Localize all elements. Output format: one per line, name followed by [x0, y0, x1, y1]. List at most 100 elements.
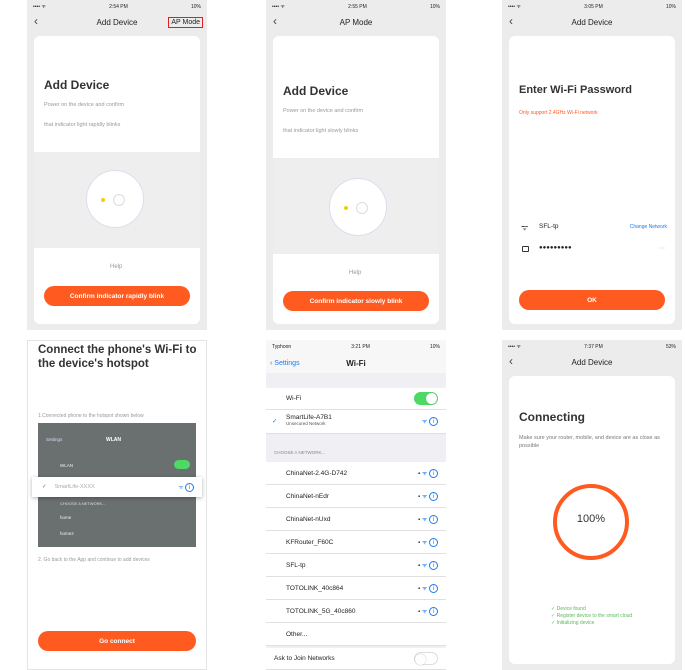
nav-bar: ‹ Add Device: [502, 353, 682, 371]
card-title: Add Device: [283, 84, 349, 98]
connecting-card: Connecting Make sure your router, mobile…: [509, 376, 675, 664]
confirm-button[interactable]: Confirm indicator slowly blink: [283, 291, 429, 311]
status-bar: •••• ᯤ 3:05 PM 10%: [508, 3, 676, 10]
lock-wifi-info-icon[interactable]: ▪ ᯤ i: [418, 514, 438, 524]
choose-network-header: CHOOSE A NETWORK...: [274, 450, 326, 455]
page-title: Add Device: [96, 17, 138, 27]
inner-toggle: [174, 460, 190, 469]
step-one-text: 1.Connected phone to the hotspot shown b…: [38, 413, 144, 419]
network-row[interactable]: SFL-tp ▪ ᯤ i: [266, 554, 446, 577]
inner-settings-label: Settings: [46, 437, 63, 442]
device-illustration: [273, 158, 439, 254]
help-link[interactable]: Help: [110, 264, 122, 270]
network-name: ChinaNet-2.4G-D742: [286, 469, 348, 477]
lock-wifi-info-icon[interactable]: ▪ ᯤ i: [418, 537, 438, 547]
inner-wlan-label: WLAN: [60, 463, 74, 468]
nav-bar: ‹ Add Device: [502, 13, 682, 31]
lock-wifi-info-icon[interactable]: ▪ ᯤ i: [418, 491, 438, 501]
device-image: [86, 170, 144, 228]
description-line: Power on the device and confirm: [44, 102, 125, 108]
step-two-text: 2. Go back to the App and continue to ad…: [38, 557, 150, 563]
page-title: Connect the phone's Wi-Fi to the device'…: [38, 344, 197, 370]
page-title: Add Device: [571, 357, 613, 367]
lock-wifi-info-icon[interactable]: ▪ ᯤ i: [418, 560, 438, 570]
description-line: that indicator light rapidly blinks: [44, 122, 121, 128]
card-title: Connecting: [519, 410, 585, 424]
screen-ap-mode: •••• ᯤ 2:55 PM 10% ‹ AP Mode Add Device Po…: [266, 0, 446, 330]
screen-connecting: •••• ᯤ 7:37 PM 53% ‹ Add Device Connecting…: [502, 340, 682, 670]
page-title: Wi-Fi: [346, 358, 366, 368]
description-line: that indicator light slowly blinks: [283, 128, 359, 134]
progress-ring: 100%: [553, 484, 629, 560]
eye-icon[interactable]: ⋯: [659, 245, 665, 252]
description-line: Power on the device and confirm: [283, 108, 364, 114]
ap-mode-button[interactable]: AP Mode: [168, 16, 203, 28]
settings-back-button[interactable]: ‹ Settings: [270, 360, 300, 367]
wifi-info-icon[interactable]: ᯤ i: [422, 417, 438, 426]
lock-icon: [522, 246, 529, 252]
network-name: TOTOLINK_40c864: [286, 584, 344, 592]
wifi-label: Wi-Fi: [286, 395, 302, 402]
wifi-toggle-row: Wi-Fi: [266, 388, 446, 410]
inner-home2: home2: [60, 531, 74, 536]
screen-ios-wifi: Typhoon 3:21 PM 10% ‹ Settings Wi-Fi Wi-Fi…: [266, 340, 446, 670]
ask-join-row: Ask to Join Networks: [266, 648, 446, 670]
network-row[interactable]: ChinaNet-2.4G-D742 ▪ ᯤ i: [266, 462, 446, 485]
add-device-card: Add Device Power on the device and confi…: [34, 36, 200, 324]
wifi-icon: ᯤ: [521, 223, 529, 232]
network-name: SFL-tp: [286, 561, 306, 569]
inner-choose-label: CHOOSE A NETWORK...: [60, 501, 106, 506]
lock-wifi-info-icon[interactable]: ▪ ᯤ i: [418, 583, 438, 593]
add-device-card: Add Device Power on the device and confi…: [273, 36, 439, 324]
wifi-toggle[interactable]: [414, 392, 438, 405]
network-name: ChinaNet-nUxd: [286, 515, 331, 523]
network-row[interactable]: KFRouter_F60C ▪ ᯤ i: [266, 531, 446, 554]
ssid-value: SFL-tp: [539, 223, 559, 230]
device-image: [329, 178, 387, 236]
page-title: Add Device: [571, 17, 613, 27]
network-row[interactable]: TOTOLINK_40c864 ▪ ᯤ i: [266, 577, 446, 600]
device-button: [356, 202, 368, 214]
device-button: [113, 194, 125, 206]
network-row[interactable]: ChinaNet-nEdr ▪ ᯤ i: [266, 485, 446, 508]
back-icon[interactable]: ‹: [509, 354, 513, 368]
inner-home: home: [60, 515, 72, 520]
ask-join-label: Ask to Join Networks: [274, 655, 335, 662]
step-item: ✓ Device found: [551, 606, 586, 612]
ok-button[interactable]: OK: [519, 290, 665, 310]
network-name: KFRouter_F60C: [286, 538, 334, 546]
screen-connect-hotspot: Connect the phone's Wi-Fi to the device'…: [27, 340, 207, 670]
network-row[interactable]: TOTOLINK_5G_40c860 ▪ ᯤ i: [266, 600, 446, 623]
network-name: ChinaNet-nEdr: [286, 492, 329, 500]
ask-join-toggle[interactable]: [414, 652, 438, 665]
network-row[interactable]: Other...: [266, 623, 446, 646]
device-illustration: [34, 152, 200, 248]
progress-percent: 100%: [576, 513, 606, 525]
network-name: TOTOLINK_5G_40c860: [286, 607, 356, 615]
smartlife-row-highlight: ✓ SmartLife-XXXX ᯤ i: [32, 477, 202, 497]
back-icon[interactable]: ‹: [273, 14, 277, 28]
card-title: Enter Wi-Fi Password: [519, 84, 632, 96]
smartlife-ssid: SmartLife-XXXX: [54, 484, 95, 490]
help-link[interactable]: Help: [349, 270, 361, 276]
status-bar: Typhoon 3:21 PM 10%: [266, 340, 446, 353]
lock-wifi-info-icon[interactable]: ▪ ᯤ i: [418, 606, 438, 616]
back-icon[interactable]: ‹: [34, 14, 38, 28]
confirm-button[interactable]: Confirm indicator rapidly blink: [44, 286, 190, 306]
description-text: Make sure your router, mobile, and devic…: [519, 435, 660, 449]
lock-wifi-info-icon[interactable]: ▪ ᯤ i: [418, 468, 438, 478]
step-item: ✓ Initializing device: [551, 620, 595, 626]
nav-bar: ‹ Settings Wi-Fi: [266, 353, 446, 373]
go-connect-button[interactable]: Go connect: [38, 631, 196, 651]
network-row[interactable]: ChinaNet-nUxd ▪ ᯤ i: [266, 508, 446, 531]
password-input[interactable]: ●●●●●●●●●: [539, 245, 572, 251]
card-title: Add Device: [44, 78, 110, 92]
check-icon: ✓: [272, 418, 278, 425]
check-icon: ✓: [42, 484, 47, 490]
connected-network-row[interactable]: ✓ SmartLife-A7B1 Unsecured Network ᯤ i: [266, 410, 446, 434]
wifi-password-card: Enter Wi-Fi Password Only support 2.4GHz…: [509, 36, 675, 324]
change-network-link[interactable]: Change Network: [630, 224, 667, 230]
screen-wifi-password: •••• ᯤ 3:05 PM 10% ‹ Add Device Enter Wi-F…: [502, 0, 682, 330]
back-icon[interactable]: ‹: [509, 14, 513, 28]
nav-bar: ‹ Add Device AP Mode: [27, 13, 207, 31]
